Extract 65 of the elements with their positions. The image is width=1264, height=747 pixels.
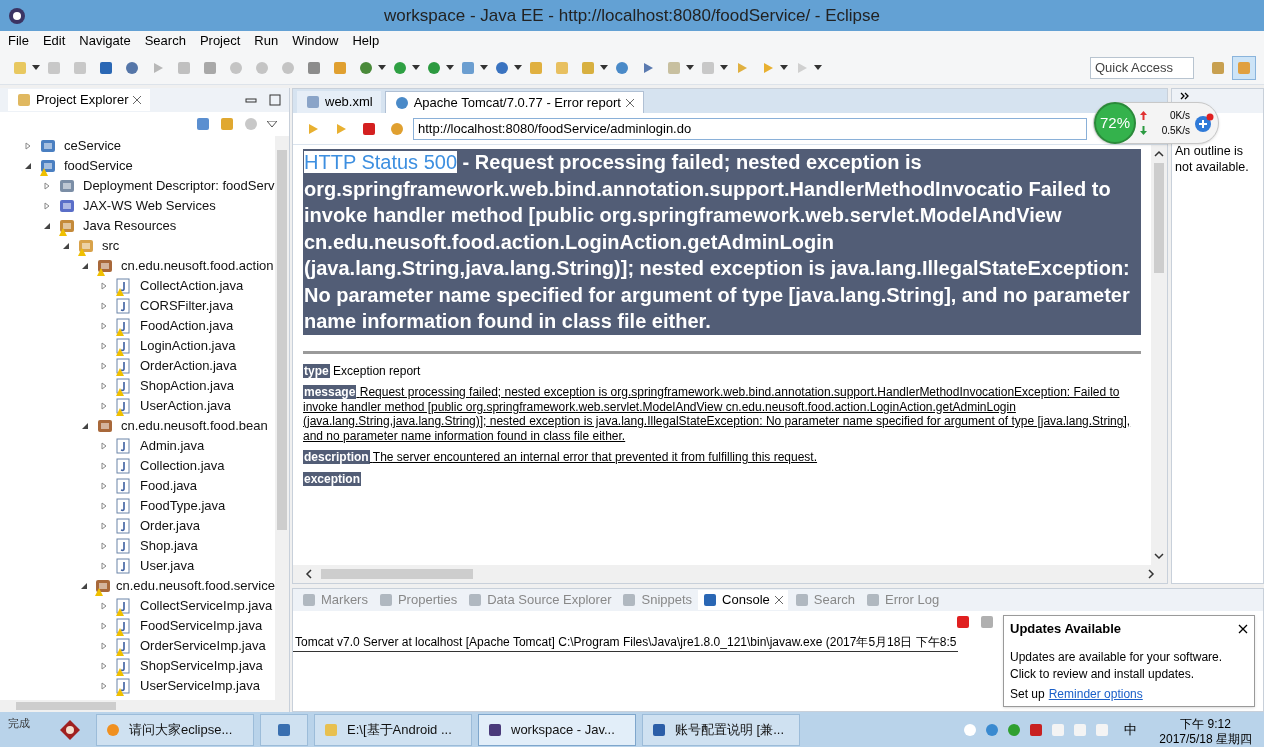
tree-item[interactable]: Admin.java [140,436,205,456]
view-tab[interactable]: Console [698,590,788,610]
tree-item[interactable]: Shop.java [140,536,198,556]
tree-item[interactable]: Collection.java [140,456,225,476]
memory-gauge: 72% [1094,102,1136,144]
tree-item[interactable]: UserAction.java [140,396,232,416]
tree-item[interactable]: User.java [140,556,195,576]
reminder-options-link[interactable]: Reminder options [1048,684,1143,703]
section-paragraph: type Exception report [303,363,421,378]
tree-item[interactable]: cn.edu.neusoft.food.service [116,576,275,596]
taskbar-button[interactable]: 账号配置说明 [兼... [642,713,800,746]
tree-item[interactable]: cn.edu.neusoft.food.action [121,256,274,276]
input-method-indicator[interactable]: 中 [1124,719,1138,740]
tree-item[interactable]: ShopAction.java [140,376,234,396]
tree-item[interactable]: Java Resources [83,216,177,236]
outline-message: An outline is not available. [1174,143,1250,175]
menu-item[interactable]: Navigate [79,31,131,51]
menu-item[interactable]: Window [292,31,339,51]
editor-tab[interactable]: Apache Tomcat/7.0.77 - Error report [384,91,644,113]
editor-tab[interactable]: web.xml [297,91,381,113]
status-text: 完成 [8,716,30,731]
error-heading: HTTP Status 500 - Request processing failed; nested exception is org.springframework.web.bind.annotation.support.HandlerMethodInvocatio Failed to invoke handler method [public org.springframework.web.servlet.ModelAndView cn.edu.neusoft.food.action.LoginAction.getAdminLogin (java.lang.String,java.lang.String)]; nested exception is java.lang.IllegalStateException: No parameter name specified for argument of type [java.lang.String], and no parameter name information found in class file either. [303,149,1141,335]
tree-item[interactable]: OrderAction.java [140,356,237,376]
menu-item[interactable]: Project [199,31,241,51]
tree-item[interactable]: JAX-WS Web Services [83,196,216,216]
tree-item[interactable]: CollectServiceImp.java [140,596,273,616]
popup-title: Updates Available [1010,620,1122,638]
tree-item[interactable]: Food.java [140,476,198,496]
tree-item[interactable]: src [102,236,120,256]
tree-item[interactable]: UserServiceImp.java [140,676,260,696]
menu-item[interactable]: File [8,31,29,51]
taskbar-button[interactable]: 请问大家eclipse... [96,713,254,746]
tree-item[interactable]: FoodAction.java [140,316,234,336]
console-line: Tomcat v7.0 Server at localhost [Apache Tomcat] C:\Program Files\Java\jre1.8.0_121\bin\javaw.exe (2017年5月18日 下午8:5 [293,633,959,652]
section-paragraph: message Request processing failed; nested exception is org.springframework.web.bind.annotation.support.HandlerMethodInvocationException: Failed to invoke handler method [public org.springframework.web.servlet.ModelAndView cn.edu.neusoft.food.action.LoginAction.getAdminLogin (java.lang.String,java.lang.String)]; nested exception is java.lang.IllegalStateException: No parameter name specified for argument of type [java.lang.String], and no parameter name information found in class file either. [303,385,1132,443]
menu-item[interactable]: Edit [42,31,66,51]
tree-item[interactable]: ShopServiceImp.java [140,656,263,676]
tree-item[interactable]: CollectAction.java [140,276,244,296]
tree-item[interactable]: ceService [64,136,122,156]
tree-item[interactable]: LoginAction.java [140,336,236,356]
tree-item[interactable]: FoodServiceImp.java [140,616,263,636]
tree-item[interactable]: cn.edu.neusoft.food.bean [121,416,268,436]
section-paragraph: description The server encountered an internal error that prevented it from fulfilling this request. [303,450,818,465]
network-monitor-widget[interactable]: 72% 0K/s 0.5K/s [1093,102,1219,144]
popup-message: Updates are available for your software. Click to review and install updates. [1010,648,1224,683]
quick-access-field[interactable]: Quick Access [1090,56,1194,79]
tree-item[interactable]: Deployment Descriptor: foodServ [83,176,275,196]
url-field[interactable]: http://localhost:8080/foodService/adminlogin.do [413,117,1087,140]
clock[interactable]: 下午 9:12 2017/5/18 星期四 [1151,712,1260,747]
tree-item[interactable]: CORSFilter.java [140,296,234,316]
section-label: exception [303,471,361,486]
download-speed: 0.5K/s [1160,124,1190,138]
upload-speed: 0K/s [1169,109,1190,123]
window-title: workspace - Java EE - http://localhost:8080/foodService/ - Eclipse [382,4,882,27]
menu-item[interactable]: Help [352,31,380,51]
taskbar-button[interactable]: E:\[基于Android ... [314,713,472,746]
tree-item[interactable]: foodService [64,156,133,176]
popup-text: Set up [1010,685,1045,703]
tree-item[interactable]: FoodType.java [140,496,226,516]
project-explorer-tab[interactable]: Project Explorer [8,89,151,111]
tree-item[interactable]: Order.java [140,516,200,536]
menu-item[interactable]: Run [254,31,279,51]
menu-item[interactable]: Search [144,31,186,51]
tree-item[interactable]: OrderServiceImp.java [140,636,266,656]
taskbar-button[interactable]: workspace - Jav... [478,713,636,746]
